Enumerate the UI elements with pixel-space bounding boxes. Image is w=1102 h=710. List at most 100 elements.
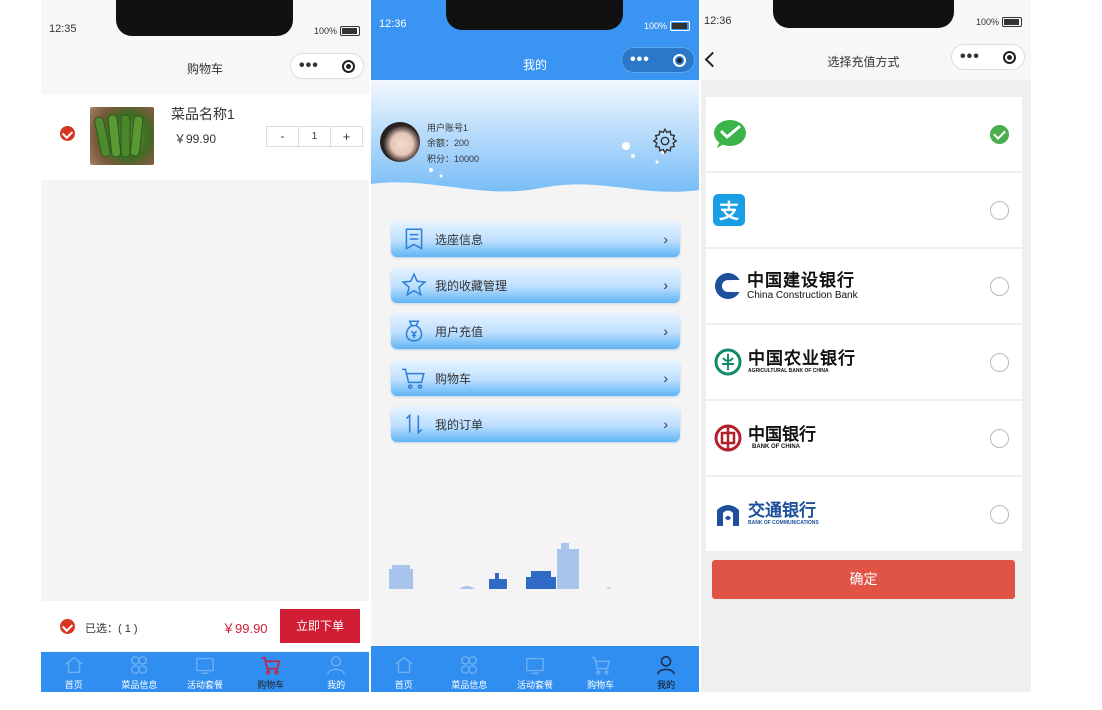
tab-profile[interactable]: 我的: [633, 646, 699, 692]
tab-label: 购物车: [257, 680, 285, 690]
chevron-right-icon: ›: [663, 277, 668, 293]
close-miniprogram-icon[interactable]: [342, 59, 355, 73]
tab-home[interactable]: 首页: [41, 652, 107, 692]
menu-label: 选座信息: [435, 232, 484, 247]
bocom-logo: 交通银行 BANK OF COMMUNICATIONS: [748, 502, 819, 526]
abc-logo: 中国农业银行 AGRICULTURAL BANK OF CHINA: [748, 349, 856, 375]
status-time: 12:36: [704, 15, 732, 27]
close-miniprogram-icon[interactable]: [673, 53, 686, 67]
tab-cart[interactable]: 购物车: [568, 646, 634, 692]
miniprogram-capsule[interactable]: •••: [621, 47, 695, 73]
battery-icon: [1002, 17, 1023, 27]
tab-activities[interactable]: 活动套餐: [172, 652, 238, 692]
tab-bar: 首页 菜品信息 活动套餐 购物车 我的: [41, 652, 369, 692]
battery-percent: 100%: [976, 17, 1000, 27]
tab-dishes[interactable]: 菜品信息: [437, 646, 503, 692]
place-order-button[interactable]: 立即下单: [280, 609, 360, 643]
avatar[interactable]: [380, 122, 420, 162]
person-icon: [657, 656, 676, 675]
status-time: 12:35: [49, 23, 77, 35]
tab-label: 菜品信息: [451, 680, 488, 690]
status-battery: 100%: [644, 21, 691, 31]
sort-arrows-icon: [405, 413, 423, 435]
more-icon[interactable]: •••: [630, 52, 650, 68]
item-image: [90, 107, 154, 165]
tab-activities[interactable]: 活动套餐: [502, 646, 568, 692]
pay-option-ccb[interactable]: 中国建设银行 China Construction Bank: [706, 249, 1022, 323]
pay-option-bocom[interactable]: 交通银行 BANK OF COMMUNICATIONS: [706, 477, 1022, 551]
bank-name-cn: 交通银行: [748, 501, 816, 521]
seat-doc-icon: [405, 228, 423, 251]
city-skyline-illustration: [389, 543, 611, 589]
boc-logo-icon: [714, 424, 742, 452]
quantity-stepper[interactable]: - 1 +: [266, 126, 363, 147]
decrease-button[interactable]: -: [267, 127, 299, 146]
increase-button[interactable]: +: [331, 127, 362, 146]
tab-home[interactable]: 首页: [371, 646, 437, 692]
more-icon[interactable]: •••: [299, 58, 319, 74]
miniprogram-capsule[interactable]: •••: [290, 53, 364, 79]
menu-favorites[interactable]: 我的收藏管理 ›: [391, 267, 680, 303]
battery-icon: [670, 21, 691, 31]
status-battery: 100%: [976, 17, 1023, 27]
menu-seat-info[interactable]: 选座信息 ›: [391, 221, 680, 257]
confirm-button[interactable]: 确定: [712, 560, 1015, 599]
radio-unselected[interactable]: [990, 504, 1009, 524]
radio-unselected[interactable]: [990, 428, 1009, 448]
menu-recharge[interactable]: 用户充值 ›: [391, 313, 680, 349]
tab-label: 活动套餐: [186, 680, 223, 690]
cart-icon: [402, 368, 425, 389]
pay-option-abc[interactable]: 中国农业银行 AGRICULTURAL BANK OF CHINA: [706, 325, 1022, 399]
pay-option-wechat[interactable]: [706, 97, 1022, 171]
pay-option-alipay[interactable]: 支: [706, 173, 1022, 247]
more-icon[interactable]: •••: [960, 49, 980, 65]
battery-icon: [340, 26, 361, 36]
cart-icon: [591, 656, 610, 675]
item-name: 菜品名称1: [171, 106, 235, 122]
home-icon: [395, 656, 413, 674]
status-time: 12:36: [379, 18, 407, 30]
status-battery: 100%: [314, 26, 361, 36]
miniprogram-capsule[interactable]: •••: [951, 44, 1025, 70]
cart-screen: 12:35 100% 购物车 ••• 菜品名称1 ￥99.90 - 1 + 已选…: [41, 0, 369, 692]
money-bag-icon: [405, 320, 423, 342]
tab-dishes[interactable]: 菜品信息: [107, 652, 173, 692]
chevron-right-icon: ›: [663, 231, 668, 247]
selected-count: 已选：( 1 ): [85, 623, 138, 635]
radio-selected[interactable]: [990, 124, 1009, 144]
gear-icon[interactable]: [651, 127, 679, 155]
tab-label: 我的: [327, 680, 346, 690]
radio-unselected[interactable]: [990, 352, 1009, 372]
payment-screen: 12:36 100% 选择充值方式 ••• 支 中国建设银行 China Con…: [701, 0, 1031, 692]
item-check-icon[interactable]: [60, 126, 75, 141]
menu-cart[interactable]: 购物车 ›: [391, 360, 680, 396]
tab-profile[interactable]: 我的: [303, 652, 369, 692]
quantity-value[interactable]: 1: [299, 127, 331, 146]
header-wave: [371, 80, 699, 192]
star-icon: [401, 272, 427, 297]
tv-icon: [526, 657, 544, 674]
bank-name-en: China Construction Bank: [747, 289, 858, 301]
menu-label: 我的收藏管理: [435, 278, 508, 293]
cart-icon: [261, 656, 280, 675]
bank-name-en: BANK OF COMMUNICATIONS: [748, 520, 819, 526]
bank-name-en: AGRICULTURAL BANK OF CHINA: [748, 368, 829, 374]
pay-option-boc[interactable]: 中国银行 BANK OF CHINA: [706, 401, 1022, 475]
bocom-logo-icon: [717, 505, 739, 526]
battery-percent: 100%: [314, 26, 338, 36]
tab-bar: 首页 菜品信息 活动套餐 购物车 我的: [371, 646, 699, 692]
close-miniprogram-icon[interactable]: [1003, 50, 1016, 64]
radio-unselected[interactable]: [990, 200, 1009, 220]
ccb-logo: 中国建设银行 China Construction Bank: [747, 271, 858, 301]
radio-unselected[interactable]: [990, 276, 1009, 296]
select-all-check-icon[interactable]: [60, 619, 75, 634]
tab-label: 首页: [394, 680, 413, 690]
menu-orders[interactable]: 我的订单 ›: [391, 406, 680, 442]
bank-name-cn: 中国农业银行: [748, 349, 856, 368]
tab-label: 购物车: [587, 680, 615, 690]
wechat-pay-icon: [714, 120, 746, 148]
grid-icon: [131, 656, 148, 674]
tab-cart[interactable]: 购物车: [238, 652, 304, 692]
home-icon: [65, 656, 83, 674]
tv-icon: [196, 657, 214, 674]
